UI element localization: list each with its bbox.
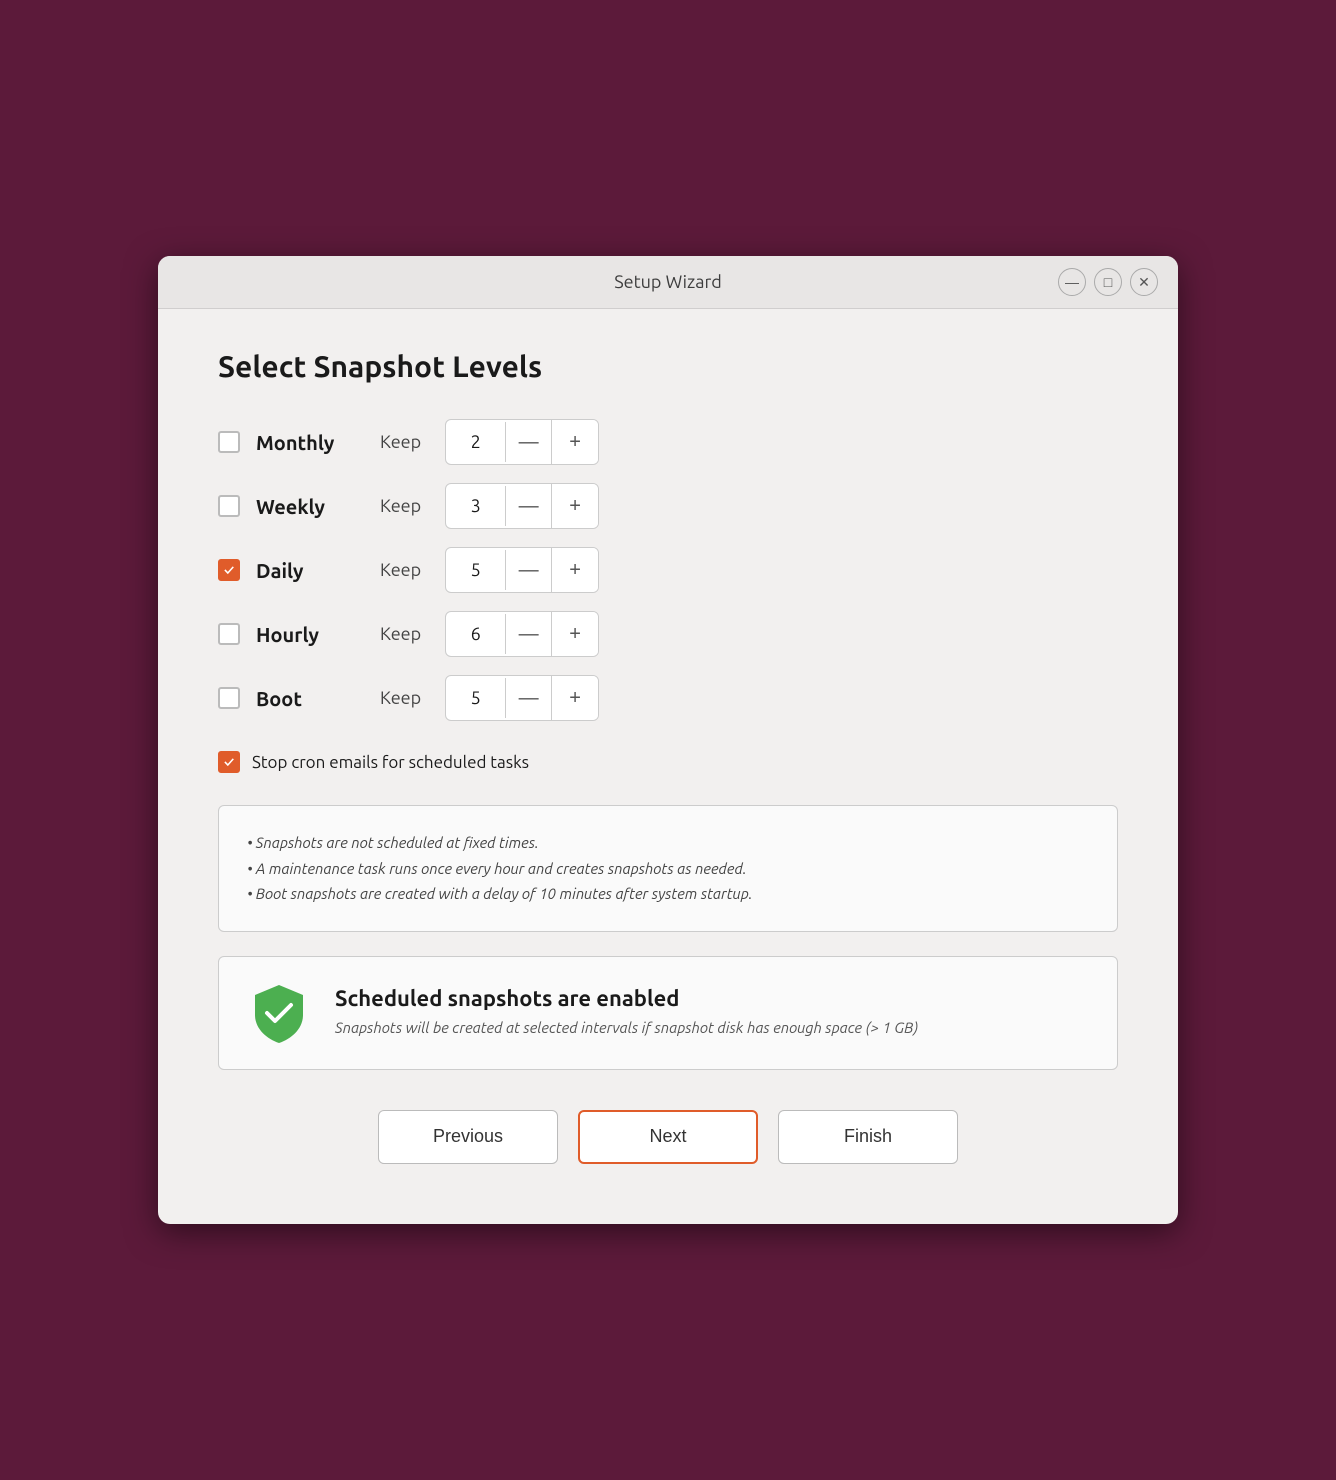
minimize-button[interactable]: — — [1058, 268, 1086, 296]
cron-label: Stop cron emails for scheduled tasks — [252, 753, 529, 772]
monthly-keep-label: Keep — [380, 432, 421, 452]
monthly-increment-button[interactable]: + — [552, 420, 598, 464]
monthly-decrement-button[interactable]: — — [506, 420, 552, 464]
setup-wizard-window: Setup Wizard — □ ✕ Select Snapshot Level… — [158, 256, 1178, 1224]
weekly-keep-label: Keep — [380, 496, 421, 516]
maximize-button[interactable]: □ — [1094, 268, 1122, 296]
weekly-value: 3 — [446, 486, 506, 526]
boot-number-control: 5 — + — [445, 675, 599, 721]
daily-checkbox[interactable] — [218, 559, 240, 581]
weekly-increment-button[interactable]: + — [552, 484, 598, 528]
weekly-number-control: 3 — + — [445, 483, 599, 529]
weekly-checkbox[interactable] — [218, 495, 240, 517]
snapshot-row-monthly: Monthly Keep 2 — + — [218, 419, 1118, 465]
titlebar: Setup Wizard — □ ✕ — [158, 256, 1178, 309]
close-button[interactable]: ✕ — [1130, 268, 1158, 296]
snapshot-rows-container: Monthly Keep 2 — + Weekly Keep 3 — + — [218, 419, 1118, 721]
info-bullet-1: • Snapshots are not scheduled at fixed t… — [247, 830, 1089, 856]
previous-button[interactable]: Previous — [378, 1110, 558, 1164]
boot-decrement-button[interactable]: — — [506, 676, 552, 720]
weekly-decrement-button[interactable]: — — [506, 484, 552, 528]
shield-checkmark-icon — [247, 981, 311, 1045]
daily-increment-button[interactable]: + — [552, 548, 598, 592]
status-title: Scheduled snapshots are enabled — [335, 986, 918, 1011]
boot-increment-button[interactable]: + — [552, 676, 598, 720]
daily-value: 5 — [446, 550, 506, 590]
boot-label: Boot — [256, 687, 356, 710]
hourly-number-control: 6 — + — [445, 611, 599, 657]
hourly-increment-button[interactable]: + — [552, 612, 598, 656]
snapshot-row-hourly: Hourly Keep 6 — + — [218, 611, 1118, 657]
page-title: Select Snapshot Levels — [218, 349, 1118, 383]
cron-checkbox[interactable] — [218, 751, 240, 773]
hourly-decrement-button[interactable]: — — [506, 612, 552, 656]
window-title: Setup Wizard — [614, 272, 722, 292]
boot-value: 5 — [446, 678, 506, 718]
info-box: • Snapshots are not scheduled at fixed t… — [218, 805, 1118, 932]
weekly-label: Weekly — [256, 495, 356, 518]
hourly-checkbox[interactable] — [218, 623, 240, 645]
hourly-label: Hourly — [256, 623, 356, 646]
status-text: Scheduled snapshots are enabled Snapshot… — [335, 986, 918, 1040]
window-controls: — □ ✕ — [1058, 268, 1158, 296]
monthly-checkbox[interactable] — [218, 431, 240, 453]
daily-number-control: 5 — + — [445, 547, 599, 593]
status-description: Snapshots will be created at selected in… — [335, 1017, 918, 1040]
info-bullet-2: • A maintenance task runs once every hou… — [247, 856, 1089, 882]
boot-checkbox[interactable] — [218, 687, 240, 709]
cron-row: Stop cron emails for scheduled tasks — [218, 751, 1118, 773]
boot-keep-label: Keep — [380, 688, 421, 708]
daily-label: Daily — [256, 559, 356, 582]
snapshot-row-daily: Daily Keep 5 — + — [218, 547, 1118, 593]
monthly-label: Monthly — [256, 431, 356, 454]
main-content: Select Snapshot Levels Monthly Keep 2 — … — [158, 309, 1178, 1224]
info-bullet-3: • Boot snapshots are created with a dela… — [247, 881, 1089, 907]
status-box: Scheduled snapshots are enabled Snapshot… — [218, 956, 1118, 1070]
daily-keep-label: Keep — [380, 560, 421, 580]
hourly-value: 6 — [446, 614, 506, 654]
finish-button[interactable]: Finish — [778, 1110, 958, 1164]
monthly-value: 2 — [446, 422, 506, 462]
snapshot-row-boot: Boot Keep 5 — + — [218, 675, 1118, 721]
snapshot-row-weekly: Weekly Keep 3 — + — [218, 483, 1118, 529]
daily-decrement-button[interactable]: — — [506, 548, 552, 592]
next-button[interactable]: Next — [578, 1110, 758, 1164]
hourly-keep-label: Keep — [380, 624, 421, 644]
footer-buttons: Previous Next Finish — [218, 1110, 1118, 1184]
monthly-number-control: 2 — + — [445, 419, 599, 465]
